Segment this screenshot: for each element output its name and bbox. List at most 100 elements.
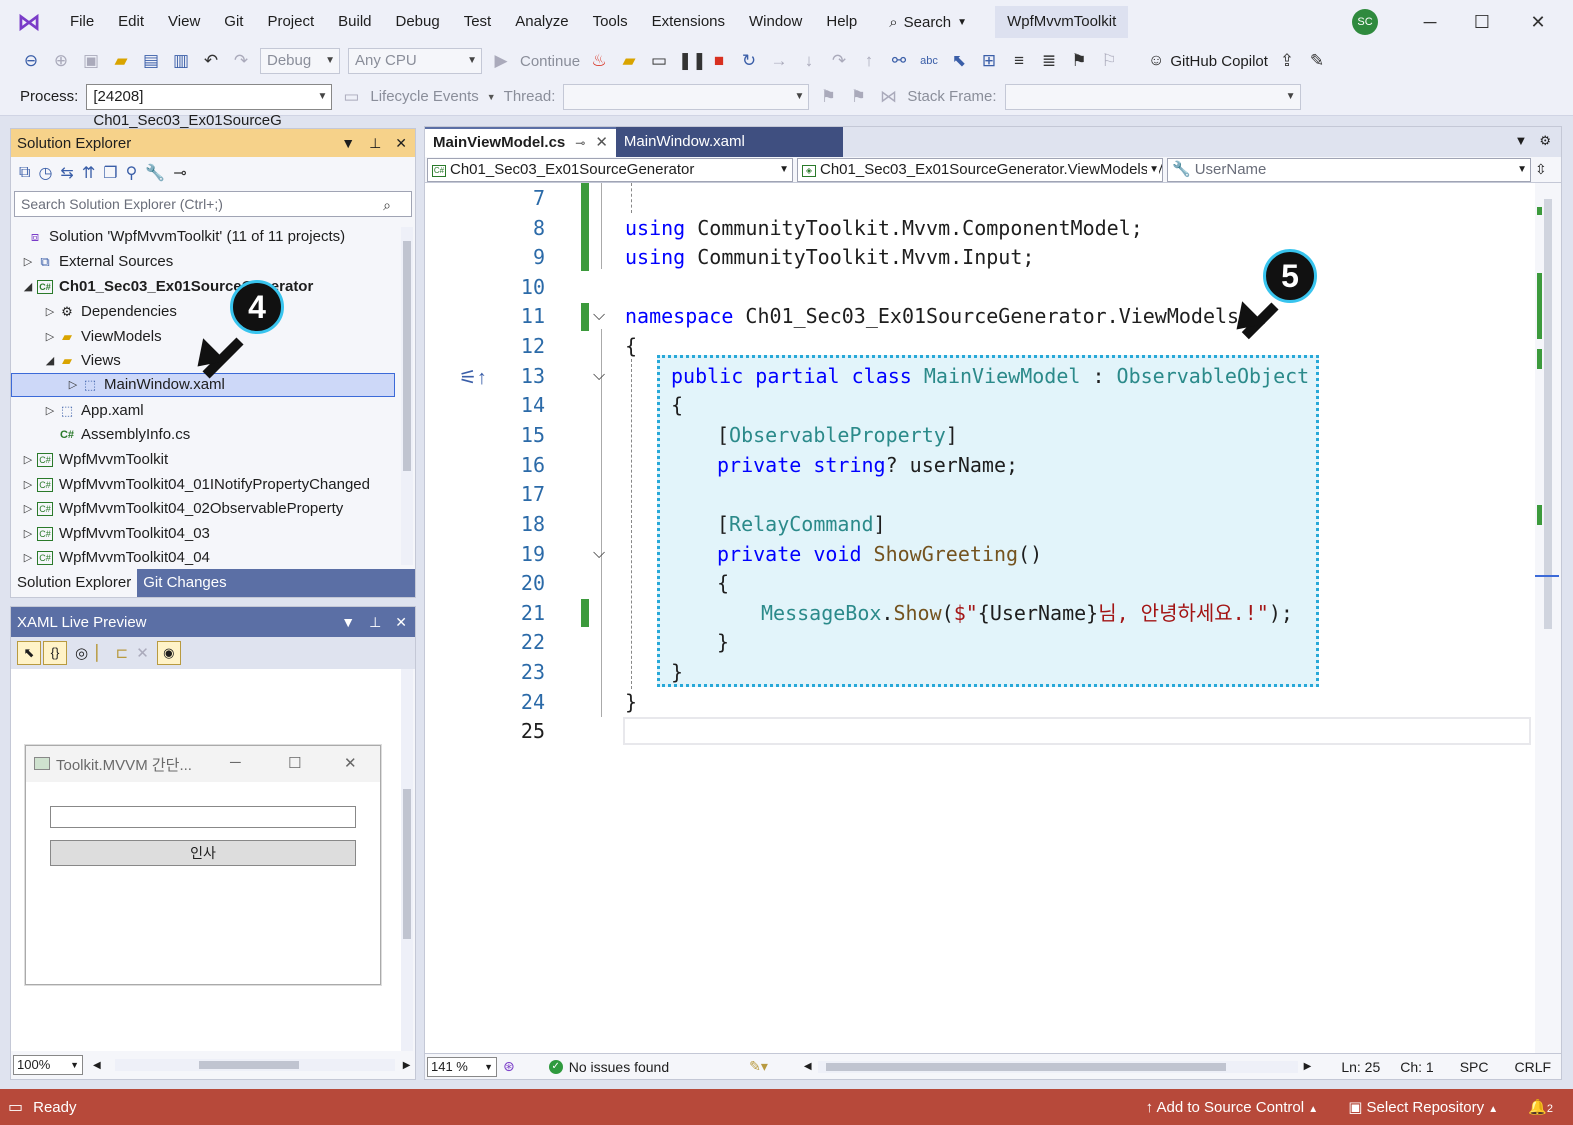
comment-icon[interactable]: ≣ [1038,51,1060,71]
expand-arrow-icon[interactable]: ▷ [21,546,35,570]
collapse-arrow-icon[interactable]: ◢ [21,275,35,299]
member-nav-select[interactable]: 🔧 UserName ▼ [1167,157,1531,182]
forward-icon[interactable]: ⊕ [50,51,72,71]
spellcheck-icon[interactable]: abc [918,55,940,67]
thread-select[interactable]: ▼ [563,83,810,110]
menu-help[interactable]: Help [814,0,869,44]
save-all-icon[interactable]: ▥ [170,51,192,71]
save-icon[interactable]: ▤ [140,51,162,71]
continue-button[interactable]: Continue [520,53,580,70]
tab-mainwindow-xaml[interactable]: MainWindow.xaml [615,127,843,157]
line-indicator[interactable]: Ln: 25 [1341,1059,1380,1075]
scrollbar-thumb[interactable] [198,1061,299,1069]
issues-indicator[interactable]: ✓ No issues found [548,1059,669,1075]
redo-icon[interactable]: ↷ [230,51,252,71]
add-to-source-control-button[interactable]: ↑ Add to Source Control ▲ [1146,1099,1319,1116]
preview-zoom-select[interactable]: 100% ▼ [13,1055,83,1075]
editor-vertical-scrollbar[interactable] [1535,183,1561,1053]
preview-vertical-scrollbar[interactable] [401,669,413,1051]
collapse-all-icon[interactable]: ⇈ [82,163,95,183]
binding-icon[interactable]: {} [43,641,67,665]
expand-arrow-icon[interactable]: ▷ [21,522,35,546]
menu-edit[interactable]: Edit [106,0,156,44]
code-area[interactable]: ⚟↑ ⌵ ⌵ ⌵ 7 8 9 10 11 12 13 14 15 16 17 1… [425,183,1535,1053]
minimize-icon[interactable]: ─ [230,754,241,771]
minimize-button[interactable]: ─ [1415,8,1445,36]
scrollbar-thumb[interactable] [403,241,411,471]
step-into-icon[interactable]: ↓ [798,51,820,71]
pause-icon[interactable]: ❚❚ [678,51,707,71]
stack-frame-select[interactable]: ▼ [1004,83,1301,110]
select-element-icon[interactable]: ⬉ [17,641,41,665]
solution-explorer-scrollbar[interactable] [401,227,413,565]
preview-horizontal-scrollbar[interactable] [114,1059,395,1071]
username-input[interactable] [50,806,356,828]
menu-file[interactable]: File [58,0,106,44]
maximize-icon[interactable]: ☐ [288,754,301,772]
fold-collapse-icon[interactable]: ⌵ [593,361,605,391]
preview-icon[interactable]: ⊸ [173,163,186,183]
platform-select[interactable]: Any CPU ▼ [348,48,482,74]
tree-item-dependencies[interactable]: ▷ ⚙ Dependencies [43,300,177,324]
chevron-down-icon[interactable]: ▼ [341,614,355,631]
tree-item-external-sources[interactable]: ▷ ⧉ External Sources [21,250,173,274]
fold-collapse-icon[interactable]: ⌵ [593,301,605,331]
type-nav-select[interactable]: ◈ Ch01_Sec03_Ex01SourceGenerator.ViewMode… [797,157,1163,182]
menu-project[interactable]: Project [255,0,326,44]
select-repository-button[interactable]: ▣ Select Repository ▲ [1348,1098,1498,1116]
eye-icon[interactable]: ◉ [156,641,181,665]
solution-search-input[interactable]: Search Solution Explorer (Ctrl+;) ⌕ [14,191,412,217]
menu-analyze[interactable]: Analyze [503,0,580,44]
open-folder-icon[interactable]: ▰ [110,51,132,71]
step-out-icon[interactable]: ↑ [858,51,880,71]
thread-filter-icon[interactable]: ⋈ [877,87,899,107]
pin-icon[interactable]: ⊥ [369,135,381,152]
expand-arrow-icon[interactable]: ▷ [43,399,57,423]
fold-collapse-icon[interactable]: ⌵ [593,539,605,569]
close-button[interactable]: ✕ [1523,8,1553,36]
pin-icon[interactable]: ⊸ [575,129,585,157]
maximize-button[interactable]: ☐ [1467,8,1497,36]
output-icon[interactable]: ▭ [8,1097,23,1117]
greet-button[interactable]: 인사 [50,840,356,866]
settings-gear-icon[interactable]: ⚙ [1539,127,1551,157]
feedback-icon[interactable]: ✎ [1306,51,1328,71]
close-tab-icon[interactable]: ✕ [595,129,608,157]
scroll-left-icon[interactable]: ◀ [804,1061,812,1072]
track-element-icon[interactable]: ⊞ [978,51,1000,71]
lifecycle-events-button[interactable]: Lifecycle Events [370,88,478,105]
tree-item-project-04-02[interactable]: ▷ C# WpfMvvmToolkit04_02ObservableProper… [21,497,344,521]
bookmark-icon[interactable]: ⚑ [1068,51,1090,71]
tree-item-app-xaml[interactable]: ▷ ⬚ App.xaml [43,399,144,423]
collapse-arrow-icon[interactable]: ◢ [43,349,57,373]
menu-view[interactable]: View [156,0,212,44]
avatar[interactable]: SC [1352,9,1378,35]
restart-icon[interactable]: ↻ [738,51,760,71]
menu-debug[interactable]: Debug [384,0,452,44]
expand-arrow-icon[interactable]: ▷ [43,300,57,324]
solution-name-badge[interactable]: WpfMvvmToolkit [995,6,1129,38]
step-back-icon[interactable]: ↷ [828,51,850,71]
show-all-files-icon[interactable]: ❐ [103,163,117,183]
column-indicator[interactable]: Ch: 1 [1400,1059,1433,1075]
expand-arrow-icon[interactable]: ▷ [21,497,35,521]
hot-reload-icon[interactable]: ♨ [588,51,610,71]
folder-icon[interactable]: ▰ [618,51,640,71]
diagnostics-icon[interactable]: ⚯ [888,51,910,71]
step-over-icon[interactable]: → [768,51,790,71]
close-icon[interactable]: ✕ [395,135,407,152]
expand-arrow-icon[interactable]: ▷ [66,373,80,397]
tree-item-solution[interactable]: ⧈ Solution 'WpfMvvmToolkit' (11 of 11 pr… [25,225,345,249]
ruler-icon[interactable]: ▏ [96,644,108,662]
tab-list-chevron-icon[interactable]: ▼ [1514,127,1527,157]
tree-item-views[interactable]: ◢ ▰ Views [43,349,121,373]
tree-item-assemblyinfo[interactable]: C# AssemblyInfo.cs [57,423,190,447]
editor-zoom-select[interactable]: 141 % ▼ [427,1056,497,1077]
tree-item-project-04-03[interactable]: ▷ C# WpfMvvmToolkit04_03 [21,522,210,546]
menu-test[interactable]: Test [452,0,504,44]
close-icon[interactable]: ✕ [136,644,149,662]
tab-mainviewmodel-cs[interactable]: MainViewModel.cs ⊸ ✕ [425,127,616,157]
process-select[interactable]: [24208] Ch01_Sec03_Ex01SourceG ▼ [86,83,333,129]
flag-icon[interactable]: ⚑ [817,87,839,107]
expand-arrow-icon[interactable]: ▷ [21,473,35,497]
